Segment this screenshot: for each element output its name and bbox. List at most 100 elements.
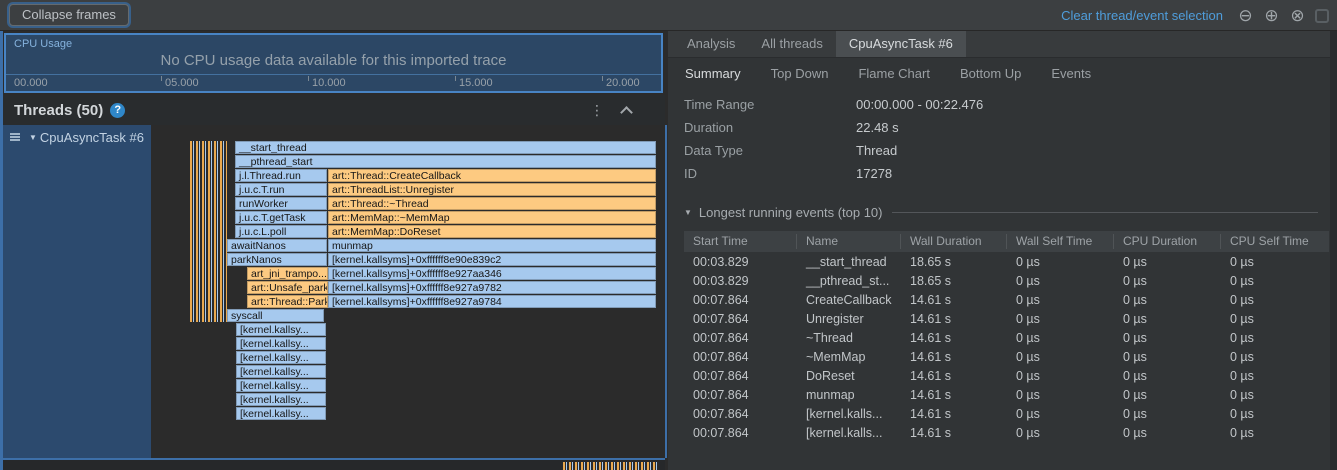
flame-bar[interactable]: [kernel.kallsyms]+0xffffff8e927a9784 bbox=[328, 295, 656, 308]
tab-cpuasynctask-6[interactable]: CpuAsyncTask #6 bbox=[836, 31, 966, 57]
column-header-wall-duration[interactable]: Wall Duration bbox=[901, 234, 1007, 249]
column-header-wall-self-time[interactable]: Wall Self Time bbox=[1007, 234, 1114, 249]
reset-zoom-icon[interactable]: ⊗ bbox=[1289, 7, 1306, 24]
zoom-to-selection-icon[interactable] bbox=[1315, 9, 1329, 23]
threads-header: Threads (50) ? ⋮ bbox=[3, 95, 665, 125]
cpu-usage-message: No CPU usage data available for this imp… bbox=[6, 52, 661, 69]
event-row[interactable]: 00:03.829__pthread_st...18.65 s0 µs0 µs0… bbox=[684, 271, 1329, 290]
summary-rows: Time Range00:00.000 - 00:22.476Duration2… bbox=[668, 93, 1330, 185]
event-cell: 14.61 s bbox=[901, 426, 1007, 440]
flame-bar[interactable]: [kernel.kallsy... bbox=[236, 407, 326, 420]
event-cell: 0 µs bbox=[1221, 407, 1329, 421]
subtab-events[interactable]: Events bbox=[1036, 66, 1106, 81]
flame-bar[interactable]: art_jni_trampo... bbox=[247, 267, 328, 280]
flame-bar[interactable]: [kernel.kallsy... bbox=[236, 351, 326, 364]
events-section-title: Longest running events (top 10) bbox=[699, 205, 883, 220]
event-row[interactable]: 00:07.864[kernel.kalls...14.61 s0 µs0 µs… bbox=[684, 423, 1329, 442]
flame-bar[interactable]: [kernel.kallsy... bbox=[236, 393, 326, 406]
zoom-out-icon[interactable]: ⊖ bbox=[1237, 7, 1254, 24]
column-header-name[interactable]: Name bbox=[797, 234, 901, 249]
axis-label: 10.000 bbox=[312, 77, 346, 89]
flame-bar[interactable]: art::MemMap::~MemMap bbox=[328, 211, 656, 224]
event-cell: 0 µs bbox=[1114, 293, 1221, 307]
section-collapse-arrow-icon[interactable]: ▼ bbox=[684, 208, 692, 217]
flame-bar[interactable]: [kernel.kallsyms]+0xffffff8e927aa346 bbox=[328, 267, 656, 280]
cpu-usage-panel[interactable]: CPU Usage No CPU usage data available fo… bbox=[4, 33, 663, 93]
flame-bar[interactable]: j.u.c.L.poll bbox=[235, 225, 327, 238]
event-cell: 0 µs bbox=[1221, 350, 1329, 364]
cpu-profiler-window: Collapse frames Clear thread/event selec… bbox=[0, 0, 1337, 470]
event-cell: munmap bbox=[797, 388, 901, 402]
tab-all-threads[interactable]: All threads bbox=[748, 31, 835, 57]
column-header-cpu-duration[interactable]: CPU Duration bbox=[1114, 234, 1221, 249]
collapsed-frames-strip[interactable] bbox=[190, 141, 227, 322]
flame-bar[interactable]: [kernel.kallsyms]+0xffffff8e927a9782 bbox=[328, 281, 656, 294]
flame-bar[interactable]: art::ThreadList::Unregister bbox=[328, 183, 656, 196]
flame-bar[interactable]: j.l.Thread.run bbox=[235, 169, 327, 182]
flame-bar[interactable]: [kernel.kallsy... bbox=[236, 365, 326, 378]
flame-bar[interactable]: [kernel.kallsyms]+0xffffff8e90e839c2 bbox=[328, 253, 656, 266]
flame-bar[interactable]: art::Thread::~Thread bbox=[328, 197, 656, 210]
trace-pane: CPU Usage No CPU usage data available fo… bbox=[0, 31, 668, 470]
thread-list-item[interactable]: ▼ CpuAsyncTask #6 bbox=[3, 125, 151, 149]
flame-bar[interactable]: [kernel.kallsy... bbox=[236, 323, 326, 336]
kebab-menu-icon[interactable]: ⋮ bbox=[590, 102, 604, 119]
flame-bar[interactable]: parkNanos bbox=[227, 253, 327, 266]
flame-bar[interactable]: art::MemMap::DoReset bbox=[328, 225, 656, 238]
subtab-bottom-up[interactable]: Bottom Up bbox=[945, 66, 1036, 81]
subtab-flame-chart[interactable]: Flame Chart bbox=[843, 66, 945, 81]
help-icon[interactable]: ? bbox=[110, 103, 125, 118]
event-cell: 0 µs bbox=[1114, 388, 1221, 402]
flame-bar[interactable]: runWorker bbox=[235, 197, 327, 210]
event-cell: 0 µs bbox=[1007, 274, 1114, 288]
event-cell: 14.61 s bbox=[901, 388, 1007, 402]
event-cell: 00:07.864 bbox=[684, 350, 797, 364]
events-table: Start TimeNameWall DurationWall Self Tim… bbox=[684, 231, 1329, 442]
event-row[interactable]: 00:07.864~MemMap14.61 s0 µs0 µs0 µs bbox=[684, 347, 1329, 366]
event-row[interactable]: 00:07.864[kernel.kalls...14.61 s0 µs0 µs… bbox=[684, 404, 1329, 423]
event-cell: 14.61 s bbox=[901, 331, 1007, 345]
flame-bar[interactable]: [kernel.kallsy... bbox=[236, 337, 326, 350]
subtab-summary[interactable]: Summary bbox=[670, 66, 756, 81]
event-cell: CreateCallback bbox=[797, 293, 901, 307]
zoom-in-icon[interactable]: ⊕ bbox=[1263, 7, 1280, 24]
flame-bar[interactable]: art::Unsafe_park bbox=[247, 281, 328, 294]
cpu-usage-label: CPU Usage bbox=[14, 38, 72, 50]
flame-bar[interactable]: j.u.c.T.getTask bbox=[235, 211, 327, 224]
event-row[interactable]: 00:03.829__start_thread18.65 s0 µs0 µs0 … bbox=[684, 252, 1329, 271]
summary-label: Duration bbox=[668, 120, 856, 135]
flame-bar[interactable]: j.u.c.T.run bbox=[235, 183, 327, 196]
event-row[interactable]: 00:07.864Unregister14.61 s0 µs0 µs0 µs bbox=[684, 309, 1329, 328]
event-cell: 0 µs bbox=[1007, 312, 1114, 326]
flame-bar[interactable]: art::Thread::CreateCallback bbox=[328, 169, 656, 182]
zoom-icons: ⊖ ⊕ ⊗ bbox=[1237, 7, 1329, 24]
event-row[interactable]: 00:07.864DoReset14.61 s0 µs0 µs0 µs bbox=[684, 366, 1329, 385]
flame-chart[interactable]: __start_thread__pthread_startj.l.Thread.… bbox=[151, 125, 667, 458]
analysis-pane: AnalysisAll threadsCpuAsyncTask #6 Summa… bbox=[668, 31, 1330, 470]
collapse-panel-chevron-icon[interactable] bbox=[619, 103, 635, 119]
event-row[interactable]: 00:07.864CreateCallback14.61 s0 µs0 µs0 … bbox=[684, 290, 1329, 309]
event-cell: 00:07.864 bbox=[684, 312, 797, 326]
event-cell: 00:07.864 bbox=[684, 426, 797, 440]
tab-analysis[interactable]: Analysis bbox=[674, 31, 748, 57]
column-header-start-time[interactable]: Start Time bbox=[684, 234, 797, 249]
event-row[interactable]: 00:07.864munmap14.61 s0 µs0 µs0 µs bbox=[684, 385, 1329, 404]
expand-arrow-icon[interactable]: ▼ bbox=[29, 133, 37, 142]
column-header-cpu-self-time[interactable]: CPU Self Time bbox=[1221, 234, 1329, 249]
flame-bar[interactable]: [kernel.kallsy... bbox=[236, 379, 326, 392]
flame-bar[interactable]: __pthread_start bbox=[235, 155, 656, 168]
subtab-top-down[interactable]: Top Down bbox=[756, 66, 844, 81]
collapse-frames-button[interactable]: Collapse frames bbox=[9, 4, 129, 26]
events-section-header[interactable]: ▼ Longest running events (top 10) bbox=[684, 205, 1318, 220]
clear-selection-link[interactable]: Clear thread/event selection bbox=[1061, 8, 1223, 23]
scrollbar-track[interactable] bbox=[1330, 31, 1337, 470]
flame-bar[interactable]: syscall bbox=[227, 309, 324, 322]
event-row[interactable]: 00:07.864~Thread14.61 s0 µs0 µs0 µs bbox=[684, 328, 1329, 347]
flame-bar[interactable]: munmap bbox=[328, 239, 656, 252]
next-thread-preview-bars[interactable] bbox=[563, 462, 659, 470]
flame-bar[interactable]: __start_thread bbox=[235, 141, 656, 154]
event-cell: 0 µs bbox=[1007, 255, 1114, 269]
flame-bar[interactable]: art::Thread::Park bbox=[247, 295, 328, 308]
flame-bar[interactable]: awaitNanos bbox=[227, 239, 327, 252]
event-cell: [kernel.kalls... bbox=[797, 407, 901, 421]
